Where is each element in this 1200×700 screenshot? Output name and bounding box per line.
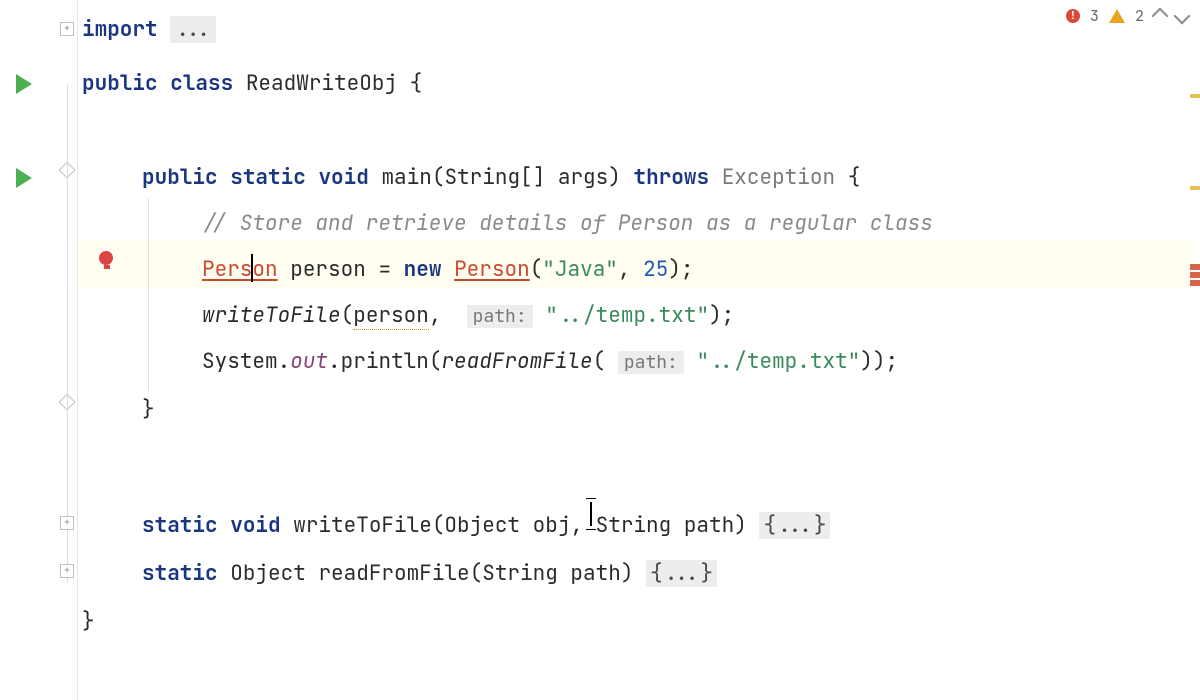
class-name: ReadWriteObj xyxy=(246,70,397,97)
write-signature: writeToFile(Object obj, String path) xyxy=(293,512,747,539)
warning-icon xyxy=(1109,9,1125,23)
write-decl-line[interactable]: static void writeToFile(Object obj, Stri… xyxy=(142,502,830,550)
fold-gutter xyxy=(56,0,78,700)
throws-keyword: throws xyxy=(633,164,709,191)
path-string: "../temp.txt" xyxy=(545,302,709,329)
person-variable: person xyxy=(290,256,366,283)
error-icon: ! xyxy=(1066,9,1080,23)
write-call: writeToFile xyxy=(202,302,341,329)
string-literal: "Java" xyxy=(542,256,618,283)
prev-highlight-icon[interactable] xyxy=(1152,8,1169,25)
class-keyword: class xyxy=(170,70,233,97)
stripe-error[interactable] xyxy=(1190,272,1200,278)
secondary-text-cursor-icon xyxy=(590,502,592,526)
read-decl-line[interactable]: static Object readFromFile(String path) … xyxy=(142,550,717,598)
path-string: "../temp.txt" xyxy=(696,348,860,375)
folded-body[interactable]: {...} xyxy=(759,512,830,539)
return-type: Object xyxy=(230,560,306,587)
text-caret xyxy=(251,254,253,282)
read-signature: readFromFile(String path) xyxy=(318,560,633,587)
close-brace: } xyxy=(82,608,95,635)
param-hint-path: path: xyxy=(467,305,533,328)
person-decl-line[interactable]: Person person = new Person("Java", 25); xyxy=(202,246,694,294)
person-ctor-error: Person xyxy=(454,256,530,283)
number-literal: 25 xyxy=(643,256,668,283)
close-brace: } xyxy=(142,396,155,423)
person-type-left: Pers xyxy=(202,256,252,283)
read-call: readFromFile xyxy=(441,348,592,375)
void-keyword: void xyxy=(318,164,368,191)
stripe-error[interactable] xyxy=(1190,280,1200,286)
stripe-error[interactable] xyxy=(1190,264,1200,270)
param-hint-path: path: xyxy=(618,351,684,374)
main-decl-line[interactable]: public static void main(String[] args) t… xyxy=(142,154,860,202)
run-class-icon[interactable] xyxy=(16,74,32,94)
system-class: System xyxy=(202,348,278,375)
exception-type: Exception xyxy=(722,164,835,191)
comment-text: // Store and retrieve details of Person … xyxy=(202,210,933,237)
class-close-brace[interactable]: } xyxy=(82,598,95,646)
error-count: 3 xyxy=(1090,6,1099,26)
import-folded[interactable]: ... xyxy=(170,16,216,43)
stripe-warning[interactable] xyxy=(1190,94,1200,98)
println-line[interactable]: System.out.println(readFromFile( path: "… xyxy=(202,338,898,386)
write-arg-person: person xyxy=(353,302,429,330)
void-keyword: void xyxy=(230,512,280,539)
static-keyword: static xyxy=(230,164,306,191)
write-call-line[interactable]: writeToFile(person, path: "../temp.txt")… xyxy=(202,292,734,340)
import-keyword: import xyxy=(82,16,158,43)
fold-class-guide xyxy=(67,84,68,583)
class-decl-line[interactable]: public class ReadWriteObj { xyxy=(82,60,422,108)
equals: = xyxy=(378,256,391,283)
stripe-warning[interactable] xyxy=(1190,186,1200,190)
main-signature: main(String[] args) xyxy=(381,164,620,191)
folded-body[interactable]: {...} xyxy=(646,560,717,587)
fold-import-expand-icon[interactable] xyxy=(60,22,74,36)
static-keyword: static xyxy=(142,560,218,587)
import-line[interactable]: import ... xyxy=(82,6,216,54)
fold-read-expand-icon[interactable] xyxy=(60,564,74,578)
warning-count: 2 xyxy=(1135,6,1144,26)
fold-write-expand-icon[interactable] xyxy=(60,516,74,530)
person-type-error: Person xyxy=(202,256,278,283)
public-keyword: public xyxy=(142,164,218,191)
code-area[interactable]: import ... public class ReadWriteObj { p… xyxy=(82,0,1190,621)
open-brace: { xyxy=(848,164,861,191)
run-gutter xyxy=(0,0,56,700)
public-keyword: public xyxy=(82,70,158,97)
new-keyword: new xyxy=(404,256,442,283)
static-keyword: static xyxy=(142,512,218,539)
out-field: out xyxy=(290,348,328,375)
println-method: println xyxy=(341,348,429,375)
main-close-brace[interactable]: } xyxy=(142,386,155,434)
code-editor[interactable]: import ... public class ReadWriteObj { p… xyxy=(0,0,1200,700)
run-main-icon[interactable] xyxy=(16,168,32,188)
inspection-indicator[interactable]: ! 3 2 xyxy=(1066,6,1188,26)
person-type-right: on xyxy=(252,256,277,283)
open-brace: { xyxy=(410,70,423,97)
comment-line[interactable]: // Store and retrieve details of Person … xyxy=(202,200,933,248)
next-highlight-icon[interactable] xyxy=(1174,8,1191,25)
